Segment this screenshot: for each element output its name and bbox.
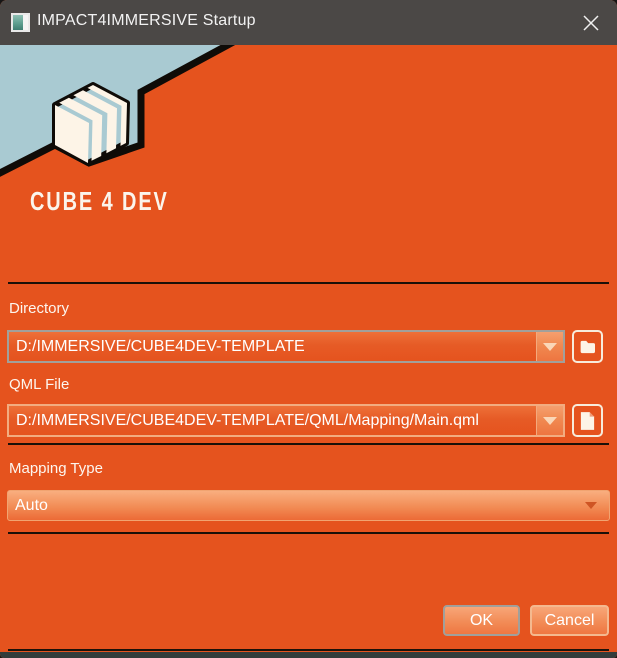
folder-icon [580,337,595,356]
startup-dialog: IMPACT4IMMERSIVE Startup CUBE 4 DEV [0,0,617,658]
mapping-type-label: Mapping Type [9,460,103,477]
directory-browse-button[interactable] [572,330,603,363]
app-icon-white-pane [23,15,28,30]
file-icon [580,410,595,432]
cube4dev-logo [0,45,617,290]
qml-file-value: D:/IMMERSIVE/CUBE4DEV-TEMPLATE/QML/Mappi… [9,406,536,435]
chevron-down-icon [543,343,557,351]
chevron-down-icon [543,417,557,425]
qml-file-combobox[interactable]: D:/IMMERSIVE/CUBE4DEV-TEMPLATE/QML/Mappi… [7,404,565,437]
directory-combobox[interactable]: D:/IMMERSIVE/CUBE4DEV-TEMPLATE [7,330,565,363]
qml-file-label: QML File [9,376,69,393]
directory-value: D:/IMMERSIVE/CUBE4DEV-TEMPLATE [9,332,536,361]
logo-header: CUBE 4 DEV [0,45,617,290]
app-icon-thumbnail [13,15,28,30]
separator-top [8,282,609,284]
directory-dropdown-button[interactable] [536,332,563,361]
close-icon [582,14,600,32]
chevron-down-icon [585,502,597,509]
window-title: IMPACT4IMMERSIVE Startup [37,12,256,30]
bottom-edge-line [8,649,609,651]
mapping-type-value: Auto [8,491,585,520]
separator-middle [8,443,609,445]
titlebar: IMPACT4IMMERSIVE Startup [0,0,617,45]
app-icon-teal-pane [13,15,23,30]
mapping-type-dropdown[interactable]: Auto [7,490,610,521]
bottom-edge-strip [0,652,617,658]
cancel-button[interactable]: Cancel [530,605,609,636]
directory-label: Directory [9,300,69,317]
qml-file-browse-button[interactable] [572,404,603,437]
close-button[interactable] [579,11,603,35]
separator-bottom [8,532,609,534]
qml-dropdown-button[interactable] [536,406,563,435]
ok-button[interactable]: OK [443,605,520,636]
app-window-icon [11,13,30,32]
logo-text: CUBE 4 DEV [30,188,169,217]
